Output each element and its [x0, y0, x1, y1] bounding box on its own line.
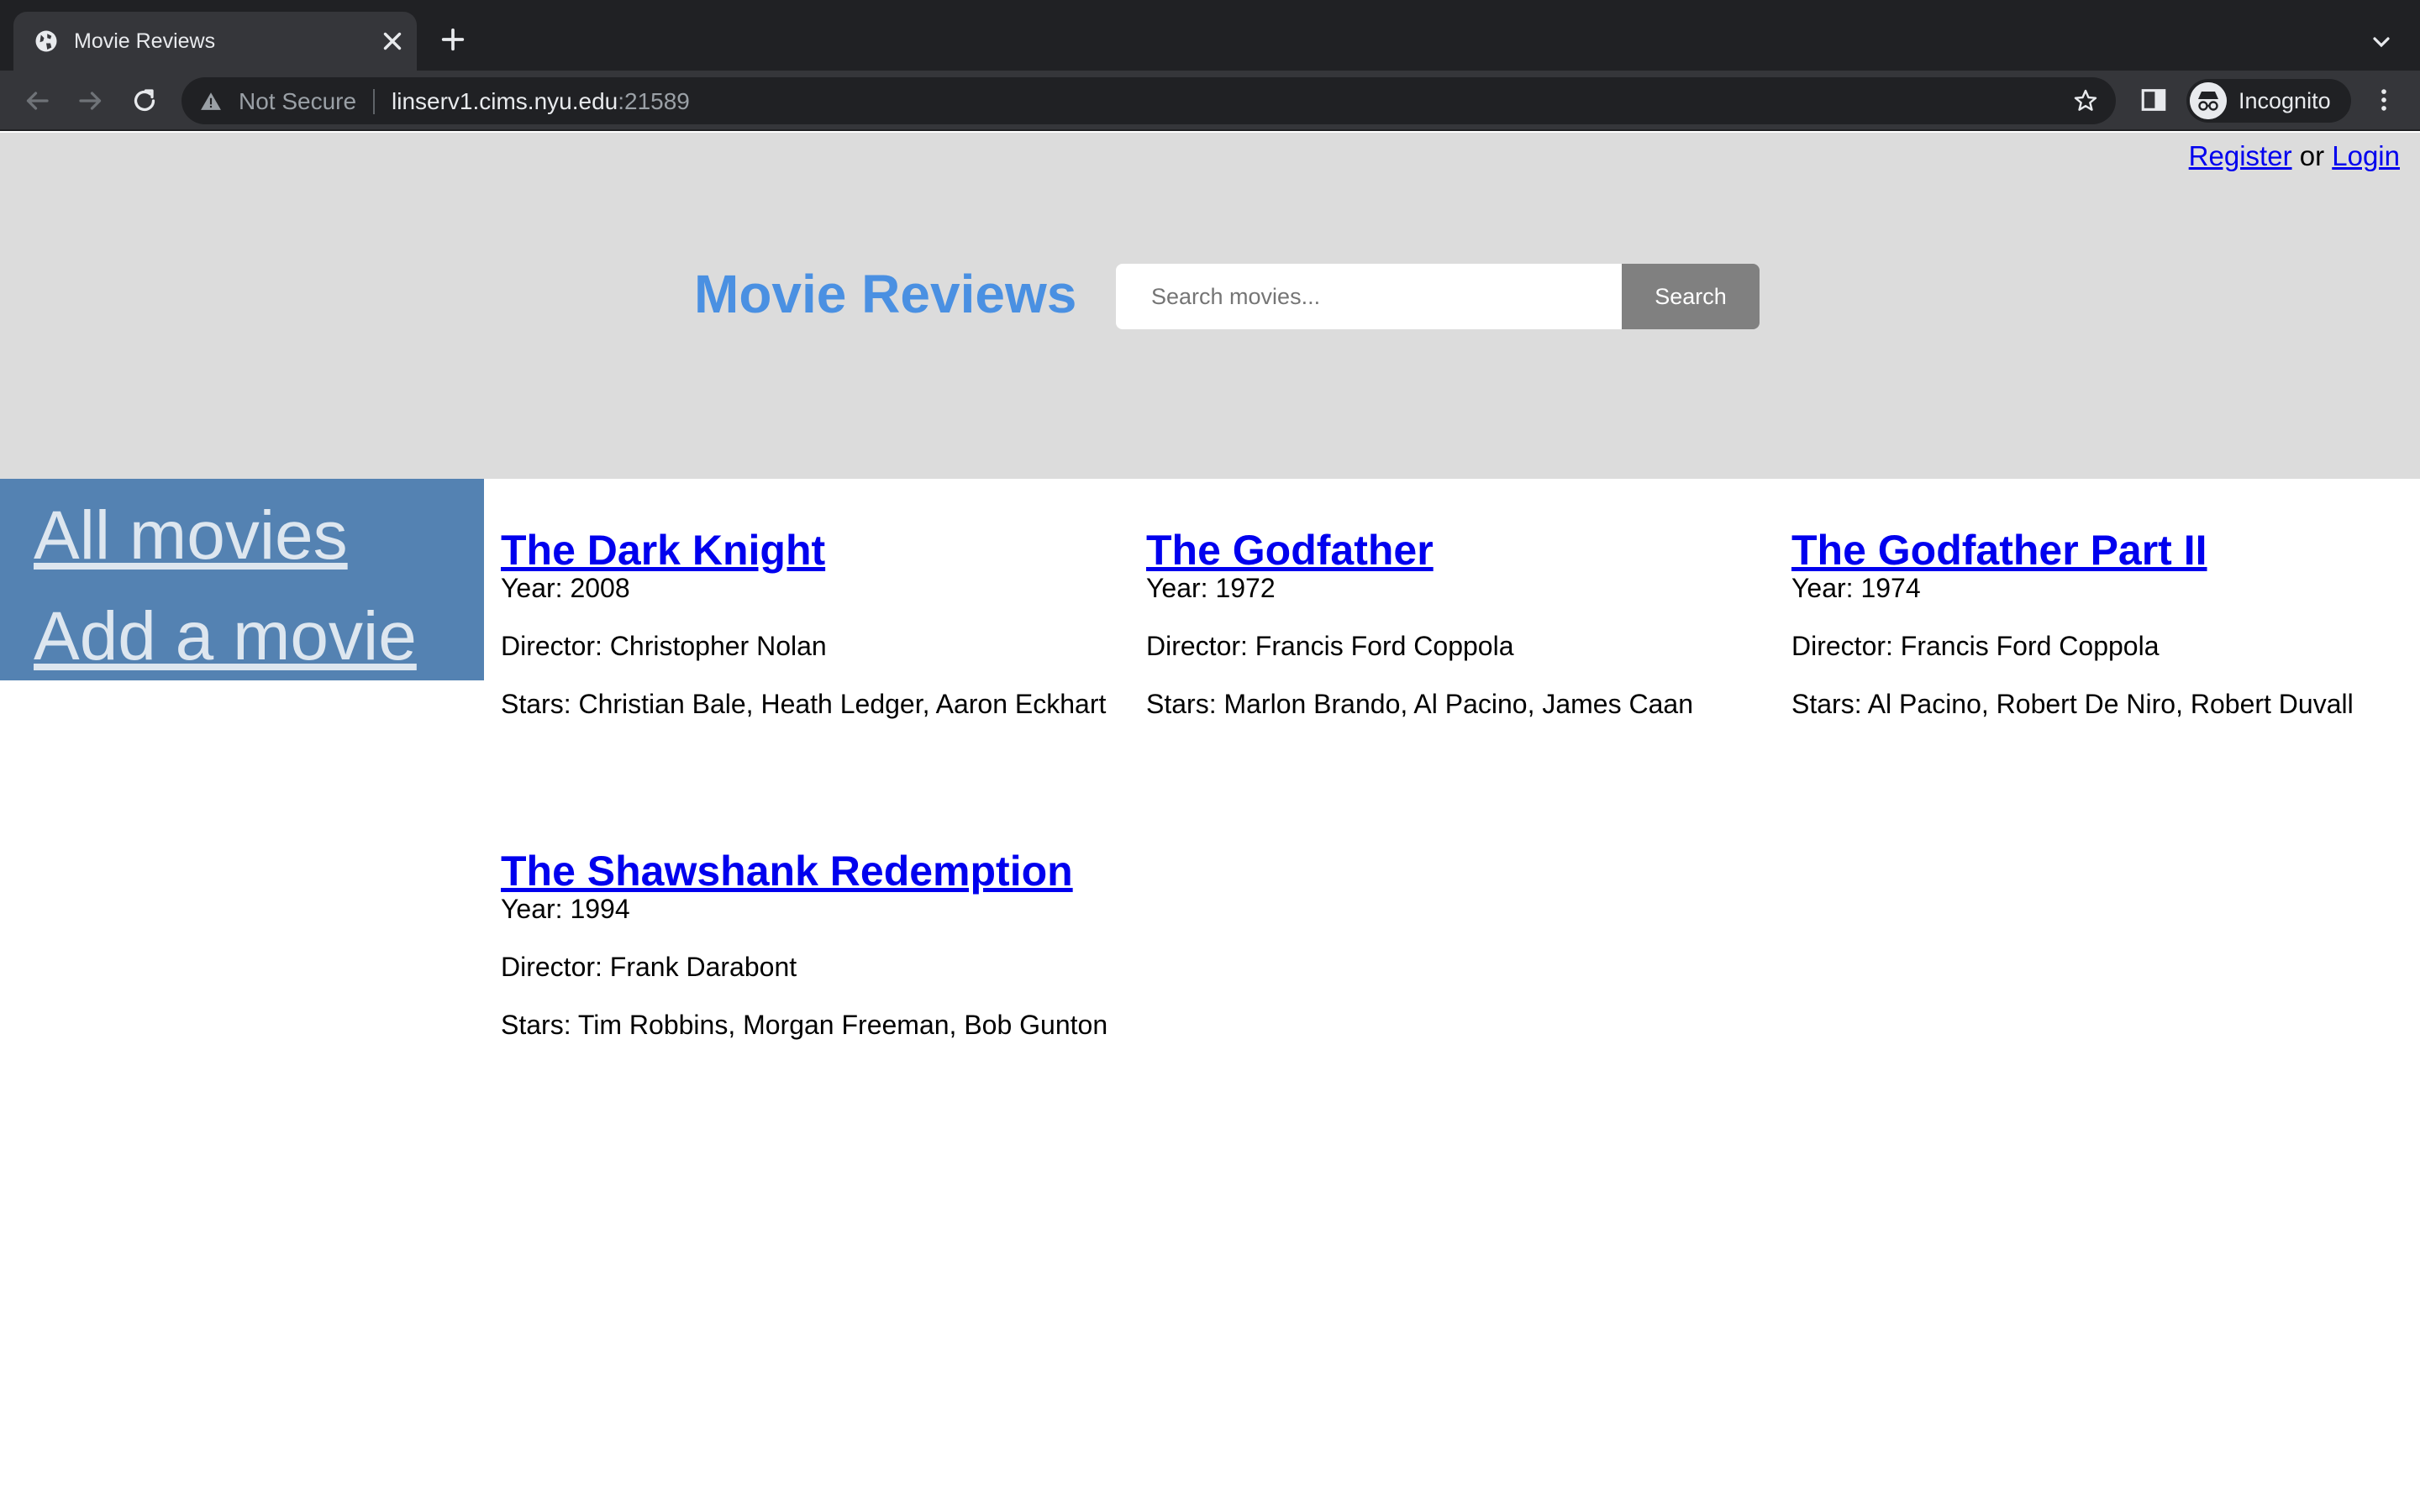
movie-title-link[interactable]: The Godfather: [1146, 524, 1434, 576]
forward-arrow-icon[interactable]: [76, 86, 106, 116]
security-label[interactable]: Not Secure: [239, 87, 356, 116]
movie-title-link[interactable]: The Dark Knight: [501, 524, 825, 576]
chevron-down-icon[interactable]: [2368, 29, 2395, 55]
reload-icon[interactable]: [129, 86, 160, 116]
movie-card: The Godfather Part II Year: 1974 Directo…: [1791, 524, 2354, 719]
url-text[interactable]: linserv1.cims.nyu.edu:21589: [392, 87, 690, 116]
browser-toolbar: Not Secure linserv1.cims.nyu.edu:21589 I…: [0, 71, 2420, 131]
sidebar-item-add-movie[interactable]: Add a movie: [34, 596, 417, 677]
tab-title: Movie Reviews: [74, 29, 216, 53]
movie-year: Year: 1974: [1791, 573, 1921, 603]
movie-director: Director: Francis Ford Coppola: [1791, 631, 2160, 661]
movie-title-link[interactable]: The Shawshank Redemption: [501, 845, 1073, 897]
browser-tab[interactable]: Movie Reviews: [13, 12, 417, 71]
auth-or-text: or: [2299, 140, 2325, 171]
movie-director: Director: Christopher Nolan: [501, 631, 827, 661]
auth-links: Register or Login: [2189, 139, 2400, 173]
movie-stars: Stars: Christian Bale, Heath Ledger, Aar…: [501, 689, 1107, 719]
web-page: Register or Login Movie Reviews Search A…: [0, 133, 2420, 1512]
site-title: Movie Reviews: [694, 264, 1077, 324]
movie-stars: Stars: Marlon Brando, Al Pacino, James C…: [1146, 689, 1693, 719]
movie-year: Year: 1994: [501, 894, 630, 924]
close-icon[interactable]: [378, 27, 407, 55]
incognito-label: Incognito: [2238, 88, 2331, 113]
globe-icon: [35, 30, 57, 52]
site-header: Register or Login Movie Reviews Search: [0, 133, 2420, 479]
login-link[interactable]: Login: [2332, 140, 2400, 171]
warning-icon[interactable]: [200, 91, 222, 111]
kebab-menu-icon[interactable]: [2370, 86, 2398, 114]
movie-year: Year: 1972: [1146, 573, 1276, 603]
search-input[interactable]: [1116, 264, 1622, 329]
star-icon[interactable]: [2072, 87, 2099, 114]
address-bar[interactable]: Not Secure linserv1.cims.nyu.edu:21589: [182, 77, 2116, 124]
movie-stars: Stars: Al Pacino, Robert De Niro, Robert…: [1791, 689, 2354, 719]
sidebar-nav: All movies Add a movie: [0, 479, 484, 680]
movie-card: The Dark Knight Year: 2008 Director: Chr…: [501, 524, 1106, 719]
movie-card: The Godfather Year: 1972 Director: Franc…: [1146, 524, 1693, 719]
movie-title-link[interactable]: The Godfather Part II: [1791, 524, 2207, 576]
movie-year: Year: 2008: [501, 573, 630, 603]
movie-stars: Stars: Tim Robbins, Morgan Freeman, Bob …: [501, 1010, 1108, 1040]
movie-director: Director: Frank Darabont: [501, 952, 797, 982]
sidebar-item-all-movies[interactable]: All movies: [34, 496, 348, 576]
incognito-icon: [2190, 82, 2227, 119]
search-button[interactable]: Search: [1622, 264, 1760, 329]
url-port: :21589: [618, 88, 690, 114]
movie-director: Director: Francis Ford Coppola: [1146, 631, 1514, 661]
address-separator: [373, 89, 375, 114]
plus-icon[interactable]: [439, 25, 467, 54]
side-panel-icon[interactable]: [2139, 86, 2168, 114]
back-arrow-icon[interactable]: [22, 86, 52, 116]
incognito-profile-button[interactable]: Incognito: [2186, 79, 2351, 123]
browser-tabstrip: Movie Reviews: [0, 0, 2420, 71]
movie-card: The Shawshank Redemption Year: 1994 Dire…: [501, 845, 1107, 1040]
register-link[interactable]: Register: [2189, 140, 2292, 171]
url-host: linserv1.cims.nyu.edu: [392, 88, 618, 114]
